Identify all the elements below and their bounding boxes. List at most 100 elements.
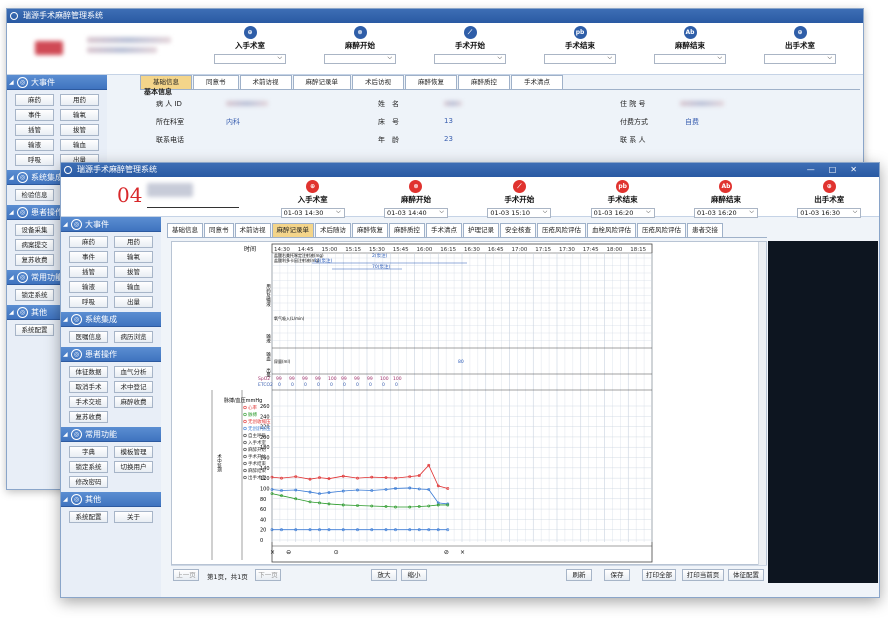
zoom-in-button[interactable]: 放大 <box>371 569 397 581</box>
step-4[interactable]: pb 手术结束 <box>525 23 635 64</box>
step-time-select[interactable] <box>654 54 726 64</box>
tab-4[interactable]: 麻醉记录单 <box>271 223 314 237</box>
step-time-select[interactable] <box>764 54 836 64</box>
room-enter-icon[interactable]: ⊕ <box>243 26 257 39</box>
sidebar-group-header[interactable]: ◢ ◎ 大事件 <box>7 75 107 90</box>
tab-2[interactable]: 同意书 <box>204 223 234 237</box>
step-3[interactable]: ⟋ 手术开始 01-03 15:10 <box>468 177 571 218</box>
tab-12[interactable]: 血栓风险评估 <box>587 223 636 237</box>
sidebar-button[interactable]: 锁定系统 <box>69 461 108 473</box>
expand-triangle-icon[interactable]: ◢ <box>9 205 14 220</box>
sidebar-button[interactable]: 输液 <box>15 139 54 151</box>
sidebar-button[interactable]: 设备采集 <box>15 224 54 236</box>
sidebar-button[interactable]: 体征数据 <box>69 366 108 378</box>
step-time-select[interactable]: 01-03 15:10 <box>487 208 552 218</box>
sidebar-button[interactable]: 复苏收费 <box>69 411 108 423</box>
sidebar-button[interactable]: 拔管 <box>60 124 99 136</box>
step-time-select[interactable] <box>544 54 616 64</box>
sidebar-button[interactable]: 系统配置 <box>69 511 108 523</box>
step-1[interactable]: ⊕ 入手术室 <box>195 23 305 64</box>
close-button[interactable]: ✕ <box>850 165 871 174</box>
tab-6[interactable]: 麻醉恢复 <box>352 223 388 237</box>
sidebar-button[interactable]: 输血 <box>60 139 99 151</box>
sidebar-button[interactable]: 关于 <box>114 511 153 523</box>
zoom-out-button[interactable]: 缩小 <box>401 569 427 581</box>
surgery-end-icon[interactable]: pb <box>616 180 630 193</box>
step-6[interactable]: ⊕ 出手术室 01-03 16:30 <box>778 177 879 218</box>
maximize-button[interactable]: □ <box>829 165 851 174</box>
sidebar-button[interactable]: 切换用户 <box>114 461 153 473</box>
expand-triangle-icon[interactable]: ◢ <box>9 75 14 90</box>
sidebar-group-header[interactable]: ◢ ◎ 系统集成 <box>61 312 161 327</box>
minimize-button[interactable]: — <box>807 165 829 174</box>
sidebar-button[interactable]: 术中登记 <box>114 381 153 393</box>
anesthesia-record-sheet[interactable]: 时间 14:30 14:45 15:00 15:15 15:30 15:45 16:00 16:… <box>171 241 767 566</box>
sidebar-group-header[interactable]: ◢ ◎ 大事件 <box>61 217 161 232</box>
sidebar-button[interactable]: 事件 <box>15 109 54 121</box>
room-exit-icon[interactable]: ⊕ <box>822 180 836 193</box>
step-time-select[interactable]: 01-03 16:20 <box>590 208 655 218</box>
step-1[interactable]: ⊕ 入手术室 01-03 14:30 <box>261 177 364 218</box>
sidebar-button[interactable]: 检验信息 <box>15 189 54 201</box>
expand-triangle-icon[interactable]: ◢ <box>63 347 68 362</box>
expand-triangle-icon[interactable]: ◢ <box>9 170 14 185</box>
anesthesia-start-icon[interactable]: ⊗ <box>409 180 423 193</box>
sidebar-group-header[interactable]: ◢ ◎ 常用功能 <box>61 427 161 442</box>
sidebar-button[interactable]: 医嘱信息 <box>69 331 108 343</box>
step-time-select[interactable]: 01-03 16:30 <box>797 208 862 218</box>
sidebar-button[interactable]: 输液 <box>69 281 108 293</box>
step-2[interactable]: ⊗ 麻醉开始 01-03 14:40 <box>364 177 467 218</box>
expand-triangle-icon[interactable]: ◢ <box>63 217 68 232</box>
step-5[interactable]: Ab 麻醉结束 01-03 16:20 <box>674 177 777 218</box>
anesthesia-end-icon[interactable]: Ab <box>683 26 697 39</box>
tab-10[interactable]: 安全核查 <box>500 223 536 237</box>
step-time-select[interactable] <box>324 54 396 64</box>
sidebar-button[interactable]: 输血 <box>114 281 153 293</box>
sidebar-button[interactable]: 病历浏览 <box>114 331 153 343</box>
step-2[interactable]: ⊗ 麻醉开始 <box>305 23 415 64</box>
expand-triangle-icon[interactable]: ◢ <box>63 492 68 507</box>
sidebar-button[interactable]: 锁定系统 <box>15 289 54 301</box>
sidebar-button[interactable]: 血气分析 <box>114 366 153 378</box>
tab-9[interactable]: 护理记录 <box>463 223 499 237</box>
sidebar-button[interactable]: 取消手术 <box>69 381 108 393</box>
sidebar-button[interactable]: 输氧 <box>60 109 99 121</box>
tab-5[interactable]: 术后访视 <box>352 75 404 89</box>
prev-page-button[interactable]: 上一页 <box>173 569 199 581</box>
sidebar-button[interactable]: 用药 <box>114 236 153 248</box>
sidebar-button[interactable]: 拔管 <box>114 266 153 278</box>
sidebar-button[interactable]: 手术交班 <box>69 396 108 408</box>
sidebar-button[interactable]: 麻药 <box>15 94 54 106</box>
step-6[interactable]: ⊕ 出手术室 <box>745 23 855 64</box>
step-time-select[interactable] <box>214 54 286 64</box>
step-3[interactable]: ⟋ 手术开始 <box>415 23 525 64</box>
expand-triangle-icon[interactable]: ◢ <box>63 427 68 442</box>
tab-5[interactable]: 术后随访 <box>315 223 351 237</box>
tab-4[interactable]: 麻醉记录单 <box>292 75 351 89</box>
expand-triangle-icon[interactable]: ◢ <box>9 270 14 285</box>
scalpel-icon[interactable]: ⟋ <box>463 26 477 39</box>
vertical-scrollbar[interactable] <box>758 242 766 566</box>
tab-1[interactable]: 基础信息 <box>167 223 203 237</box>
tab-6[interactable]: 麻醉恢复 <box>405 75 457 89</box>
tab-8[interactable]: 手术清点 <box>511 75 563 89</box>
step-time-select[interactable] <box>434 54 506 64</box>
sidebar-button[interactable]: 呼吸 <box>15 154 54 166</box>
save-button[interactable]: 保存 <box>604 569 630 581</box>
sidebar-button[interactable]: 麻药 <box>69 236 108 248</box>
tab-11[interactable]: 压疮风险评估 <box>537 223 586 237</box>
next-page-button[interactable]: 下一页 <box>255 569 281 581</box>
sidebar-button[interactable]: 出量 <box>114 296 153 308</box>
refresh-button[interactable]: 刷新 <box>566 569 592 581</box>
step-5[interactable]: Ab 麻醉结束 <box>635 23 745 64</box>
sidebar-button[interactable]: 修改密码 <box>69 476 108 488</box>
step-time-select[interactable]: 01-03 14:40 <box>383 208 448 218</box>
room-exit-icon[interactable]: ⊕ <box>793 26 807 39</box>
print-current-button[interactable]: 打印当前页 <box>682 569 724 581</box>
sidebar-button[interactable]: 输氧 <box>114 251 153 263</box>
sidebar-button[interactable]: 字典 <box>69 446 108 458</box>
sidebar-button[interactable]: 系统配置 <box>15 324 54 336</box>
step-time-select[interactable]: 01-03 16:20 <box>693 208 758 218</box>
print-all-button[interactable]: 打印全部 <box>642 569 676 581</box>
sidebar-button[interactable]: 模板管理 <box>114 446 153 458</box>
